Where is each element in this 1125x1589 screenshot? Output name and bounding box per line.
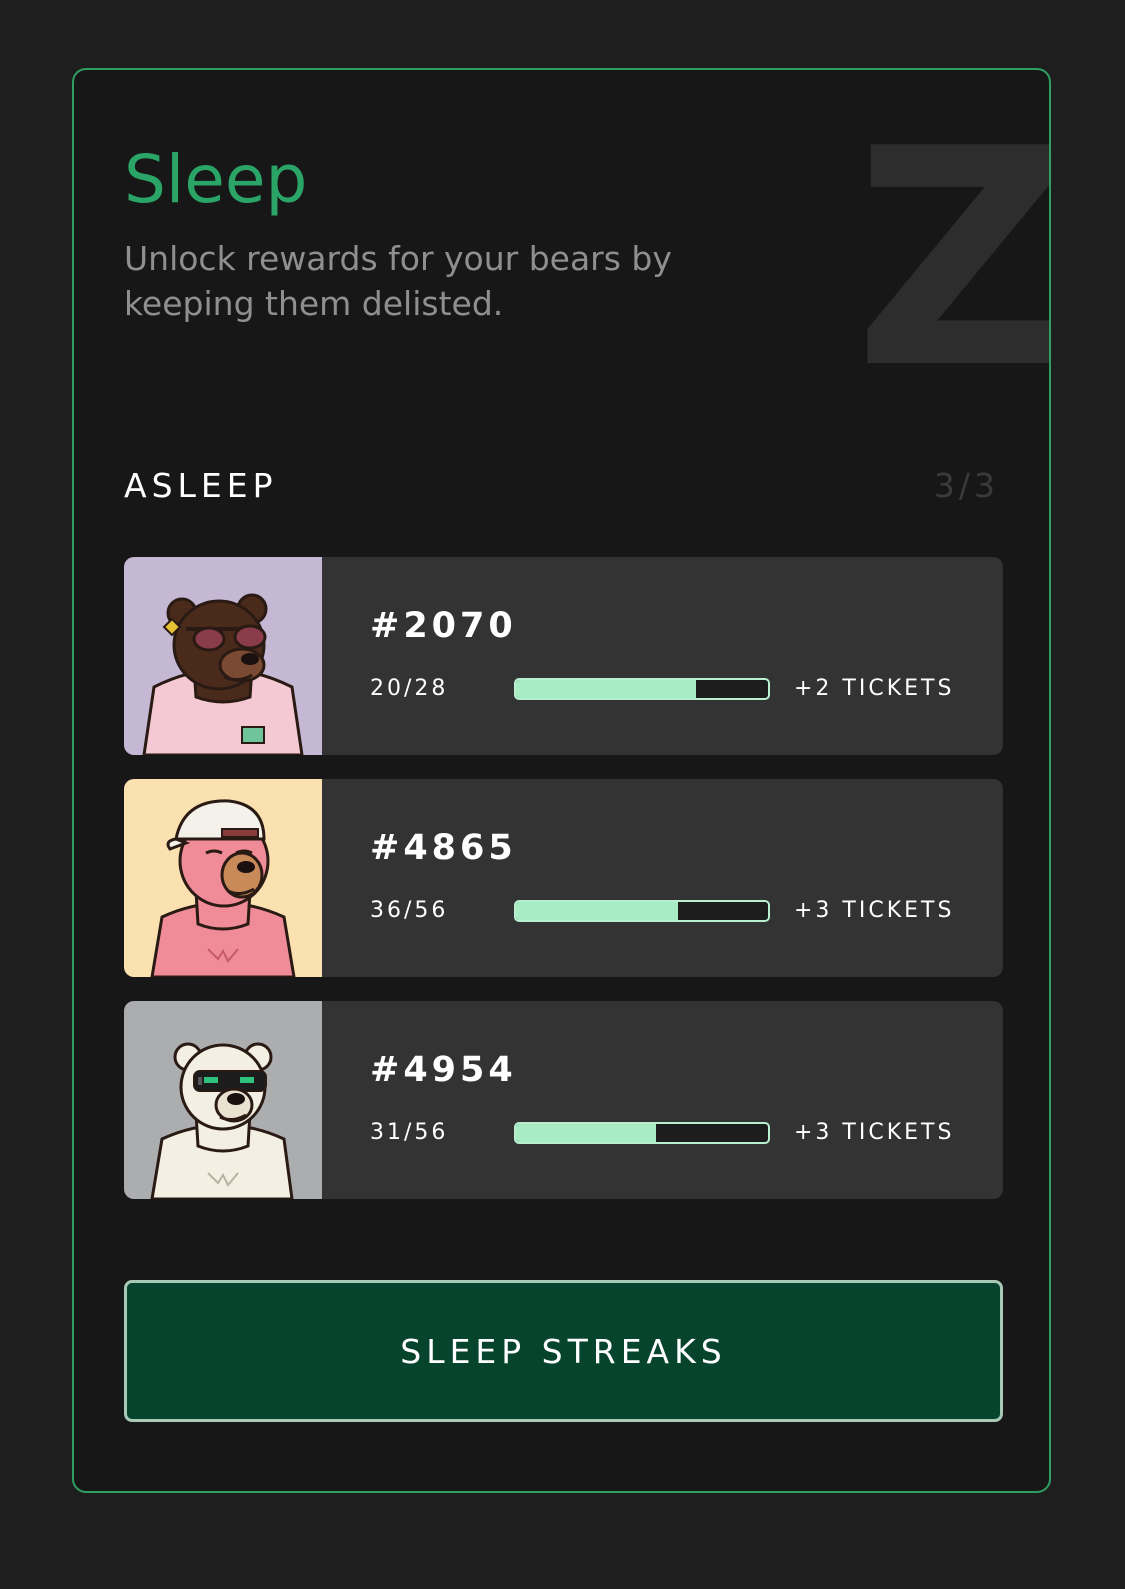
bear-avatar (124, 557, 322, 755)
bear-id: #2070 (370, 606, 517, 646)
bear-streak-progress: 36/56 (370, 898, 449, 923)
bear-row[interactable]: #2070 20/28 +2 TICKETS (124, 557, 1003, 755)
bear-polar-visor-icon (124, 1001, 322, 1199)
streak-progress-fill (516, 902, 679, 920)
section-count: 3/3 (933, 466, 999, 505)
sleep-streaks-button[interactable]: SLEEP STREAKS (124, 1280, 1003, 1422)
bear-streak-progress: 20/28 (370, 676, 449, 701)
bear-id: #4954 (370, 1050, 517, 1090)
streak-progress-fill (516, 1124, 656, 1142)
bear-row[interactable]: #4954 31/56 +3 TICKETS (124, 1001, 1003, 1199)
bear-pink-cap-icon (124, 779, 322, 977)
bear-streak-progress: 31/56 (370, 1120, 449, 1145)
sleep-z-decoration: Z (854, 85, 1051, 434)
bear-tickets-reward: +3 TICKETS (794, 1120, 955, 1145)
bear-row[interactable]: #4865 36/56 +3 TICKETS (124, 779, 1003, 977)
streak-progress-bar (514, 900, 770, 922)
streak-progress-bar (514, 678, 770, 700)
bear-brown-sunglasses-icon (124, 557, 322, 755)
streak-progress-fill (516, 680, 696, 698)
bear-tickets-reward: +3 TICKETS (794, 898, 955, 923)
bear-id: #4865 (370, 828, 517, 868)
section-label-asleep: ASLEEP (124, 466, 278, 505)
bear-avatar (124, 779, 322, 977)
bear-list: #2070 20/28 +2 TICKETS #4865 36/56 +3 TI… (124, 557, 1003, 1223)
panel-title: Sleep (124, 141, 308, 218)
panel-subtitle: Unlock rewards for your bears by keeping… (124, 239, 672, 323)
bear-avatar (124, 1001, 322, 1199)
streak-progress-bar (514, 1122, 770, 1144)
sleep-panel: Z Sleep Unlock rewards for your bears by… (72, 68, 1051, 1493)
bear-tickets-reward: +2 TICKETS (794, 676, 955, 701)
